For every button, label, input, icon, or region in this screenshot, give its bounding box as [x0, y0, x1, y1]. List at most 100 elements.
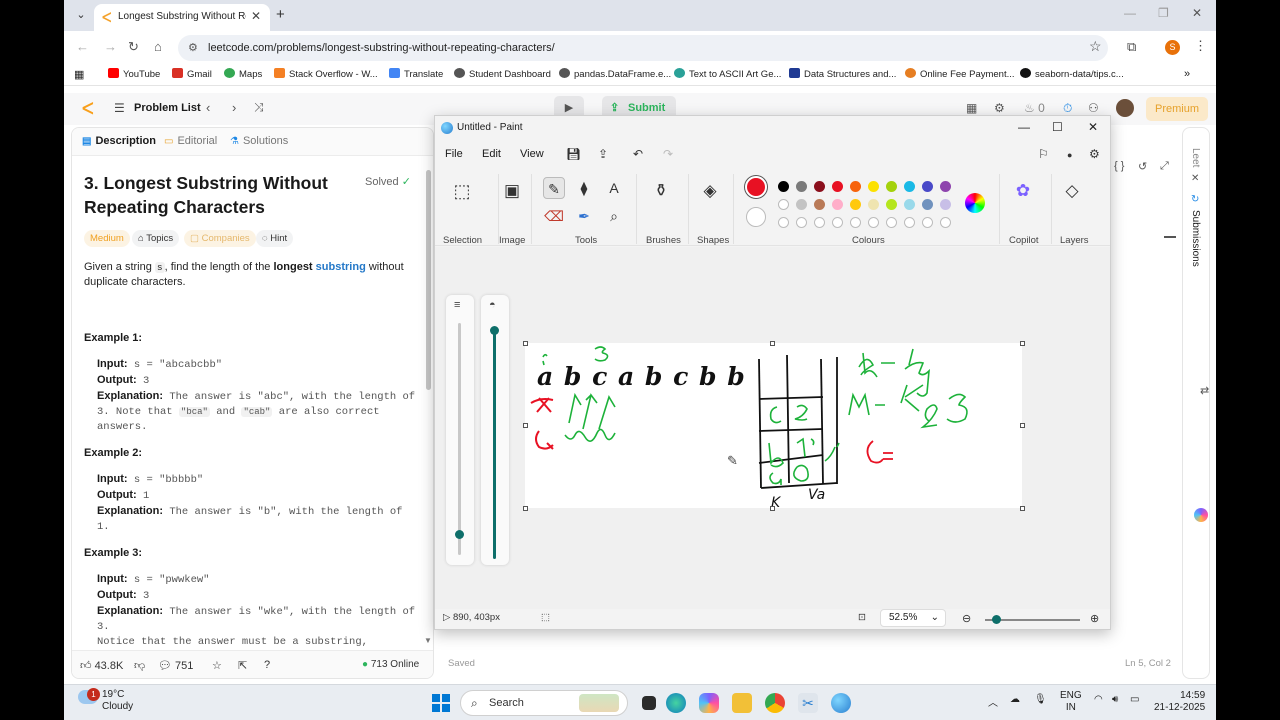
bookmark-translate[interactable]: Translate: [389, 68, 443, 80]
next-problem-icon[interactable]: ›: [232, 100, 236, 115]
site-info-icon[interactable]: ⚙: [188, 41, 198, 54]
colour-swatch[interactable]: [832, 181, 843, 192]
premium-button[interactable]: Premium: [1146, 97, 1208, 121]
fullscreen-icon[interactable]: ⤢: [1160, 160, 1169, 173]
history-icon[interactable]: ↻: [1191, 194, 1199, 205]
close-side-icon[interactable]: ✕: [1191, 173, 1199, 184]
show-hidden-icons[interactable]: ︿: [988, 694, 998, 709]
paint-maximize-button[interactable]: ☐: [1052, 120, 1063, 134]
browser-menu-icon[interactable]: ⋮: [1194, 38, 1207, 54]
format-icon[interactable]: { }: [1114, 160, 1124, 172]
colour-swatch[interactable]: [814, 199, 825, 210]
eraser-icon[interactable]: ⌫: [543, 205, 565, 227]
colour-swatch[interactable]: [814, 181, 825, 192]
colour-swatch[interactable]: [904, 199, 915, 210]
more-bookmarks-icon[interactable]: »: [1184, 68, 1190, 80]
companies-pill[interactable]: ▢ Companies: [184, 230, 256, 247]
copilot-taskbar-icon[interactable]: [699, 693, 719, 713]
slider-knob[interactable]: [490, 326, 499, 335]
url-bar[interactable]: ⚙ leetcode.com/problems/longest-substrin…: [178, 35, 1108, 61]
tab-editorial[interactable]: ▭ Editorial: [164, 135, 217, 147]
snipping-tool-icon[interactable]: ✂: [798, 693, 818, 713]
opacity-slider[interactable]: ◓: [481, 295, 509, 565]
reset-icon[interactable]: ↺: [1138, 160, 1147, 173]
zoom-out-icon[interactable]: ⊖: [962, 612, 971, 625]
bookmark-gmail[interactable]: Gmail: [172, 68, 212, 80]
resize-handle[interactable]: [770, 341, 775, 346]
bookmark-data-structures[interactable]: Data Structures and...: [789, 68, 896, 80]
colour-swatch[interactable]: [886, 181, 897, 192]
share-icon[interactable]: ⇪: [598, 147, 608, 161]
timer-icon[interactable]: ⏱: [1063, 101, 1072, 116]
feedback-icon[interactable]: ⚐: [1038, 147, 1049, 161]
prev-problem-icon[interactable]: ‹: [206, 100, 210, 115]
bookmark-stackoverflow[interactable]: Stack Overflow - W...: [274, 68, 378, 80]
color-picker-icon[interactable]: ✒: [573, 205, 595, 227]
bookmark-ascii-art[interactable]: Text to ASCII Art Ge...: [674, 68, 781, 80]
tab-solutions[interactable]: ⚗ Solutions: [230, 135, 288, 147]
selection-icon[interactable]: ⬚: [451, 180, 473, 202]
resize-handle[interactable]: [1020, 341, 1025, 346]
close-window-button[interactable]: ✕: [1192, 6, 1202, 20]
colour-swatch[interactable]: [886, 199, 897, 210]
custom-colour-slot[interactable]: [922, 217, 933, 228]
url-text[interactable]: leetcode.com/problems/longest-substring-…: [208, 42, 555, 54]
colour-swatch[interactable]: [868, 199, 879, 210]
apps-grid-icon[interactable]: ▦: [74, 68, 84, 81]
restore-button[interactable]: ❐: [1158, 6, 1169, 20]
colour-swatch[interactable]: [940, 199, 951, 210]
hint-pill[interactable]: ◌ Hint: [256, 230, 294, 247]
minimize-button[interactable]: —: [1124, 6, 1136, 20]
zoom-in-icon[interactable]: ⊕: [1090, 612, 1099, 625]
share-icon[interactable]: ⇱: [238, 659, 247, 672]
scrollbar-thumb[interactable]: [426, 170, 431, 390]
custom-colour-slot[interactable]: [796, 217, 807, 228]
custom-colour-slot[interactable]: [814, 217, 825, 228]
profile-avatar[interactable]: S: [1165, 40, 1180, 55]
colour-swatch[interactable]: [904, 181, 915, 192]
task-view-icon[interactable]: [642, 696, 656, 710]
streak-fire-icon[interactable]: ♨ 0: [1024, 101, 1045, 115]
back-icon[interactable]: ←: [76, 39, 89, 54]
substring-link[interactable]: substring: [316, 261, 366, 273]
colour-swatch[interactable]: [922, 181, 933, 192]
bookmark-pandas[interactable]: pandas.DataFrame.e...: [559, 68, 671, 80]
pencil-icon[interactable]: ✎: [543, 177, 565, 199]
onedrive-icon[interactable]: ☁: [1010, 694, 1020, 705]
secondary-colour[interactable]: [746, 207, 766, 227]
comments-button[interactable]: 💬︎ 751: [158, 659, 193, 672]
reload-icon[interactable]: ↻: [128, 39, 139, 55]
account-icon[interactable]: ●: [1067, 150, 1072, 160]
shapes-icon[interactable]: ◈: [699, 180, 721, 202]
resize-handle[interactable]: [523, 506, 528, 511]
clock[interactable]: 14:59 21-12-2025: [1154, 690, 1205, 714]
microphone-icon[interactable]: 🎙︎: [1034, 694, 1047, 705]
problem-list-link[interactable]: Problem List: [134, 102, 201, 114]
add-friend-icon[interactable]: ⚇: [1088, 101, 1099, 115]
bookmark-fee-payment[interactable]: Online Fee Payment...: [905, 68, 1015, 80]
primary-colour[interactable]: [745, 176, 767, 198]
scroll-down-arrow-icon[interactable]: ▼: [424, 636, 432, 645]
settings-icon[interactable]: ⚙: [994, 101, 1005, 115]
paint-settings-icon[interactable]: ⚙: [1089, 147, 1100, 161]
resize-handle[interactable]: [1020, 506, 1025, 511]
slider-knob[interactable]: [455, 530, 464, 539]
colour-swatch[interactable]: [796, 181, 807, 192]
language-indicator[interactable]: ENG IN: [1060, 690, 1082, 714]
difficulty-badge[interactable]: Medium: [84, 230, 130, 247]
menu-edit[interactable]: Edit: [482, 148, 501, 160]
drawing-canvas[interactable]: a b c a b c b b K Va ✎: [525, 343, 1022, 511]
new-tab-button[interactable]: +: [276, 6, 285, 23]
colour-swatch[interactable]: [940, 181, 951, 192]
resize-handle[interactable]: [523, 341, 528, 346]
colour-swatch[interactable]: [850, 199, 861, 210]
tab-description[interactable]: ▤ Description: [82, 135, 156, 147]
bookmark-star-icon[interactable]: ☆: [1089, 38, 1102, 55]
menu-file[interactable]: File: [445, 148, 463, 160]
text-tool-icon[interactable]: A: [603, 177, 625, 199]
layers-icon[interactable]: ◇: [1061, 180, 1083, 202]
custom-colour-slot[interactable]: [868, 217, 879, 228]
image-icon[interactable]: ▣: [501, 180, 523, 202]
user-avatar[interactable]: [1116, 99, 1134, 117]
zoom-slider-knob[interactable]: [992, 615, 1001, 624]
